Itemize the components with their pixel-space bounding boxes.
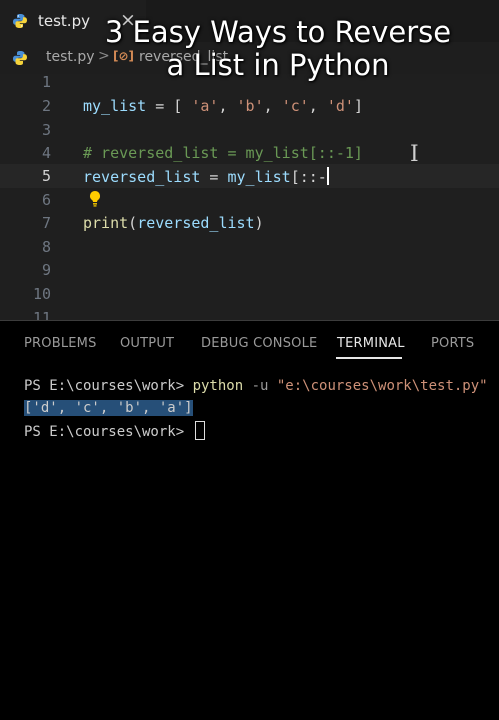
line-number: 5 bbox=[41, 167, 51, 185]
line-number: 6 bbox=[41, 191, 51, 209]
code-line: 10 bbox=[0, 282, 499, 306]
code-comment: # reversed_list = my_list[::-1] bbox=[83, 144, 363, 162]
terminal-option: -u bbox=[243, 378, 277, 394]
terminal-line: ['d', 'c', 'b', 'a'] bbox=[24, 400, 193, 416]
terminal-line: PS E:\courses\work> python -u "e:\course… bbox=[24, 378, 488, 394]
title-line-1: 3 Easy Ways to Reverse bbox=[104, 15, 452, 49]
code-line: 2 my_list = [ 'a', 'b', 'c', 'd'] bbox=[0, 94, 499, 118]
tab-problems[interactable]: PROBLEMS bbox=[24, 336, 97, 351]
tab-ports[interactable]: PORTS bbox=[431, 336, 474, 351]
line-number: 2 bbox=[41, 97, 51, 115]
code-line: 5 reversed_list = my_list[::- bbox=[0, 164, 499, 188]
code-line: 4 # reversed_list = my_list[::-1] bbox=[0, 141, 499, 165]
lightbulb-icon[interactable] bbox=[88, 190, 102, 208]
terminal-prompt: PS E:\courses\work> bbox=[24, 424, 193, 440]
code-line: 8 bbox=[0, 235, 499, 259]
line-number: 8 bbox=[41, 238, 51, 256]
text-cursor-icon: I bbox=[410, 142, 419, 167]
line-number: 7 bbox=[41, 214, 51, 232]
tab-terminal[interactable]: TERMINAL bbox=[337, 336, 405, 351]
text-caret bbox=[326, 167, 329, 185]
line-number: 4 bbox=[41, 144, 51, 162]
code-line: 6 bbox=[0, 188, 499, 212]
terminal-output: ['d', 'c', 'b', 'a'] bbox=[24, 400, 193, 416]
code-line: 11 bbox=[0, 306, 499, 320]
code-text: print(reversed_list) bbox=[83, 214, 264, 232]
code-line: 7 print(reversed_list) bbox=[0, 211, 499, 235]
bottom-panel: PROBLEMS OUTPUT DEBUG CONSOLE TERMINAL P… bbox=[0, 320, 499, 720]
terminal-command: python bbox=[192, 378, 244, 394]
title-line-2: a List in Python bbox=[166, 48, 390, 82]
code-text: my_list = [ 'a', 'b', 'c', 'd'] bbox=[83, 97, 363, 115]
active-tab-indicator bbox=[336, 357, 402, 359]
line-number: 11 bbox=[32, 309, 51, 320]
terminal-line[interactable]: PS E:\courses\work> bbox=[24, 421, 205, 440]
line-number: 3 bbox=[41, 121, 51, 139]
terminal-cursor bbox=[194, 421, 205, 440]
code-editor[interactable]: 1 2 my_list = [ 'a', 'b', 'c', 'd'] 3 4 … bbox=[0, 74, 499, 320]
code-text: reversed_list = my_list[::- bbox=[83, 167, 329, 186]
line-number: 9 bbox=[41, 261, 51, 279]
terminal-prompt: PS E:\courses\work> bbox=[24, 378, 193, 394]
video-title-overlay: 3 Easy Ways to Reverse a List in Python bbox=[0, 16, 499, 82]
tab-debug-console[interactable]: DEBUG CONSOLE bbox=[201, 336, 317, 351]
panel-divider bbox=[0, 320, 499, 321]
code-line: 3 bbox=[0, 118, 499, 142]
code-line: 9 bbox=[0, 258, 499, 282]
terminal-path-arg: "e:\courses\work\test.py" bbox=[276, 378, 488, 394]
line-number: 10 bbox=[32, 285, 51, 303]
tab-output[interactable]: OUTPUT bbox=[120, 336, 174, 351]
